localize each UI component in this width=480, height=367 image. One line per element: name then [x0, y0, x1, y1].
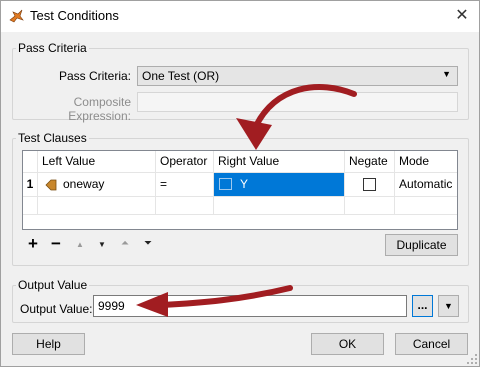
clauses-table: Left Value Operator Right Value Negate M…: [22, 150, 458, 230]
negate-cell: [345, 173, 395, 197]
test-clauses-group-title: Test Clauses: [16, 131, 89, 145]
output-value-label: Output Value:: [20, 302, 93, 316]
column-header-operator[interactable]: Operator: [156, 151, 214, 173]
composite-expression-field: [137, 92, 458, 112]
window-title: Test Conditions: [30, 8, 119, 23]
move-up-icon[interactable]: ▲: [73, 238, 87, 252]
duplicate-button[interactable]: Duplicate: [385, 234, 458, 256]
right-value-cell[interactable]: Y: [214, 173, 345, 197]
row-number: 1: [23, 173, 38, 197]
empty-cell[interactable]: [345, 197, 395, 215]
empty-cell[interactable]: [395, 197, 457, 215]
column-header-right-value[interactable]: Right Value: [214, 151, 345, 173]
pass-criteria-select[interactable]: One Test (OR) ▼: [137, 66, 458, 86]
output-value-group-title: Output Value: [16, 278, 90, 292]
browse-button[interactable]: ...: [412, 295, 433, 317]
negate-checkbox[interactable]: [363, 178, 376, 191]
left-value-text: oneway: [63, 177, 105, 191]
move-down-icon[interactable]: ▼: [95, 238, 109, 252]
empty-cell[interactable]: [214, 197, 345, 215]
column-header-left-value[interactable]: Left Value: [38, 151, 156, 173]
empty-cell[interactable]: [38, 197, 156, 215]
resize-grip-icon[interactable]: [466, 353, 478, 365]
composite-expression-label: Composite Expression:: [68, 95, 131, 123]
help-button[interactable]: Help: [12, 333, 85, 355]
ok-button[interactable]: OK: [311, 333, 384, 355]
text-value-icon: [219, 178, 232, 190]
chevron-down-icon: ▼: [444, 301, 453, 311]
move-top-icon[interactable]: ⏶: [118, 237, 132, 251]
pass-criteria-label: Pass Criteria:: [58, 69, 131, 83]
close-icon[interactable]: ✕: [450, 4, 474, 28]
remove-icon[interactable]: −: [49, 235, 63, 252]
app-icon: [9, 9, 24, 23]
chevron-down-icon: ▼: [442, 69, 451, 79]
cancel-button[interactable]: Cancel: [395, 333, 468, 355]
column-header-mode[interactable]: Mode: [395, 151, 457, 173]
empty-cell[interactable]: [156, 197, 214, 215]
operator-cell[interactable]: =: [156, 173, 214, 197]
left-value-cell[interactable]: oneway: [38, 173, 156, 197]
row-number-header: [23, 151, 38, 173]
empty-row-number: [23, 197, 38, 215]
mode-cell[interactable]: Automatic: [395, 173, 457, 197]
right-value-text: Y: [240, 177, 249, 191]
pass-criteria-value: One Test (OR): [142, 69, 220, 83]
move-bottom-icon[interactable]: ⏷: [141, 237, 155, 251]
pass-criteria-group-title: Pass Criteria: [16, 41, 89, 55]
output-menu-dropdown[interactable]: ▼: [438, 295, 459, 317]
add-icon[interactable]: +: [26, 235, 40, 252]
output-value-input[interactable]: 9999: [93, 295, 407, 317]
attribute-icon: [45, 179, 57, 191]
column-header-negate[interactable]: Negate: [345, 151, 395, 173]
